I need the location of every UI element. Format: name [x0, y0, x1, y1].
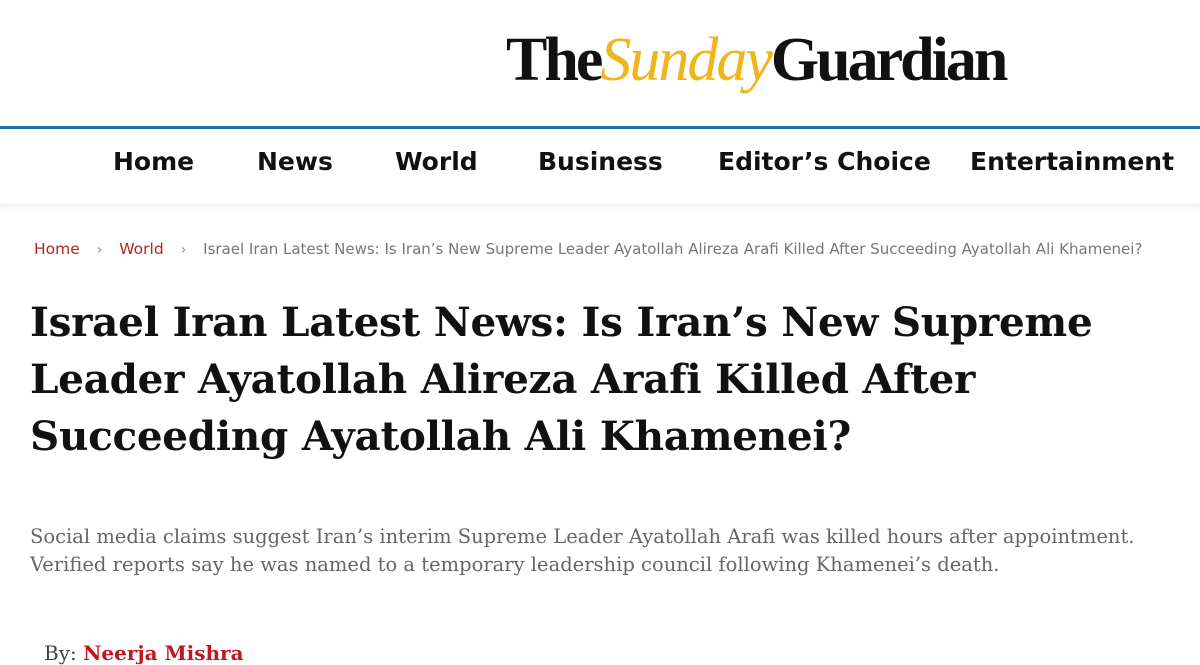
author-link[interactable]: Neerja Mishra	[83, 641, 243, 665]
nav-item-entertainment[interactable]: Entertainment	[970, 147, 1174, 176]
logo-guardian: Guardian	[770, 26, 1008, 94]
nav-item-world[interactable]: World	[395, 147, 478, 176]
site-logo[interactable]: TheSundayGuardian	[506, 22, 1008, 98]
main-nav: Home News World Business Editor’s Choice…	[0, 126, 1200, 204]
logo-sunday: Sunday	[600, 26, 773, 94]
chevron-right-icon: ›	[96, 242, 103, 258]
nav-item-editors-choice[interactable]: Editor’s Choice	[718, 147, 931, 176]
breadcrumb-current: Israel Iran Latest News: Is Iran’s New S…	[203, 240, 1143, 258]
byline: By: Neerja Mishra	[44, 639, 244, 665]
chevron-right-icon: ›	[180, 242, 187, 258]
nav-item-home[interactable]: Home	[113, 147, 194, 176]
masthead: TheSundayGuardian	[0, 0, 1200, 126]
nav-item-business[interactable]: Business	[538, 147, 663, 176]
nav-item-news[interactable]: News	[257, 147, 333, 176]
byline-prefix: By:	[44, 641, 77, 665]
breadcrumb-section-link[interactable]: World	[119, 240, 163, 258]
logo-the: The	[506, 26, 603, 94]
article-headline: Israel Iran Latest News: Is Iran’s New S…	[30, 298, 1093, 460]
breadcrumb: Home › World › Israel Iran Latest News: …	[34, 240, 1142, 258]
breadcrumb-home-link[interactable]: Home	[34, 240, 80, 258]
article-summary: Social media claims suggest Iran’s inter…	[30, 525, 1135, 576]
